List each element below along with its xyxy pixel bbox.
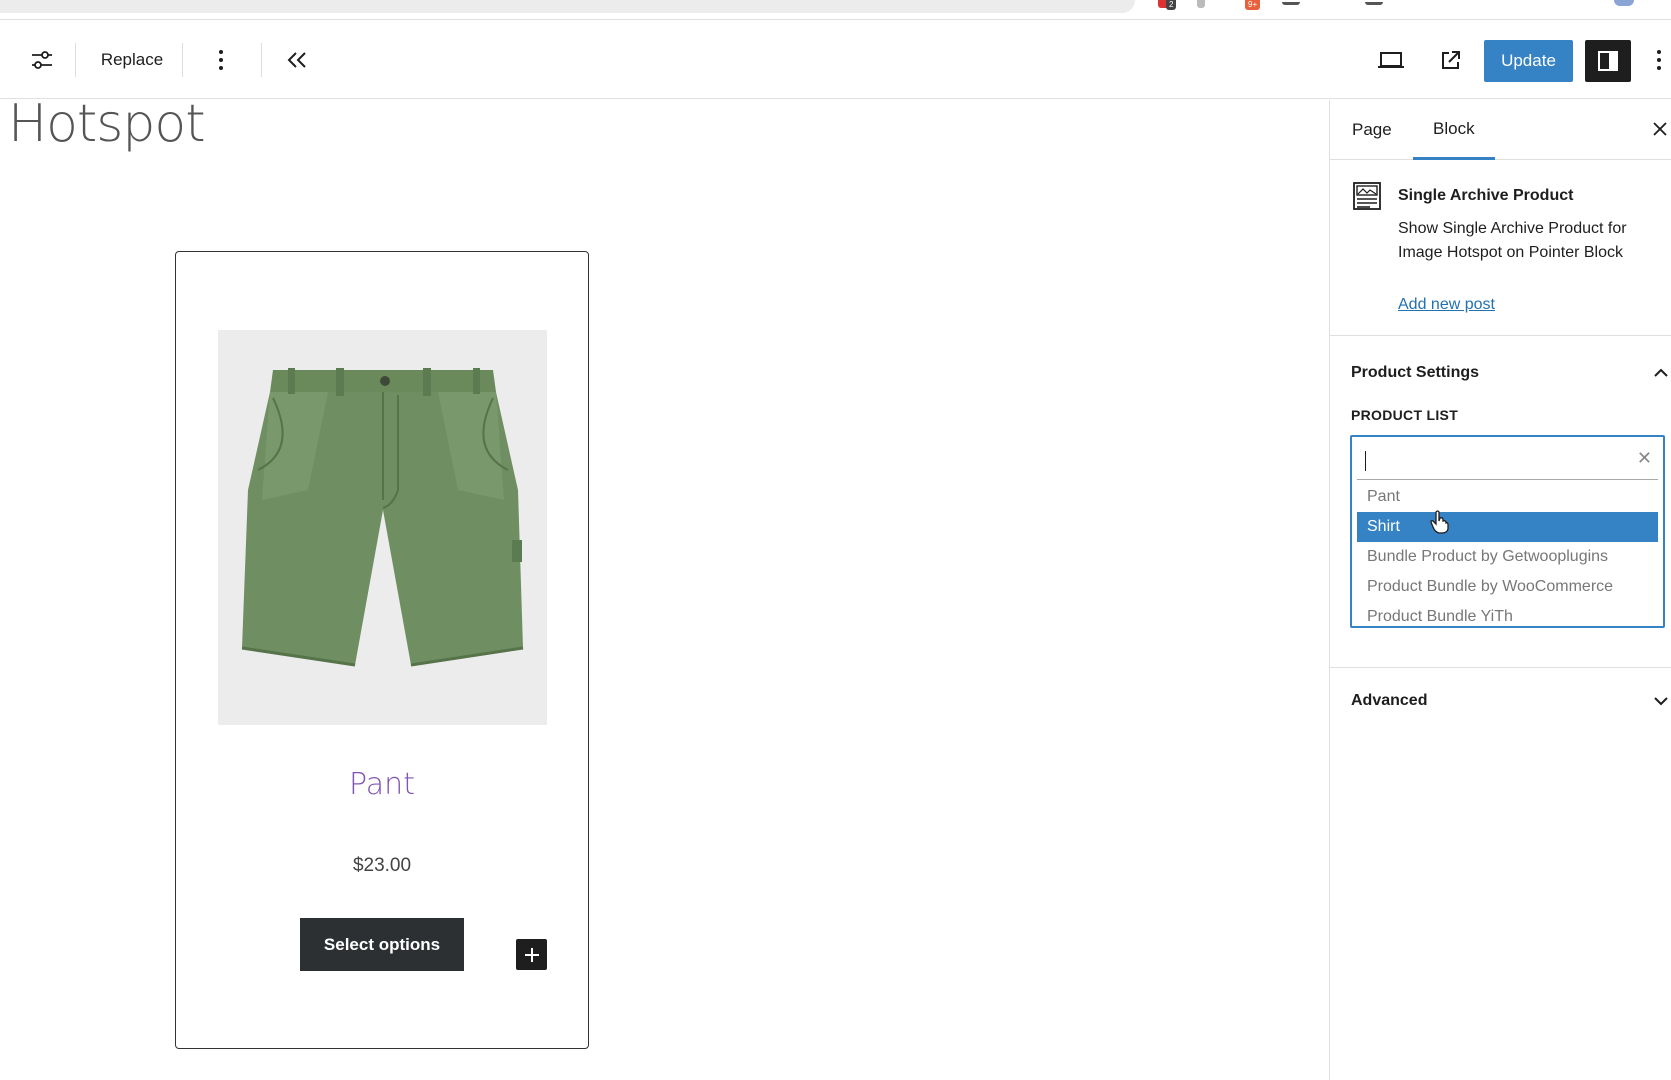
pointer-hand-icon — [1430, 510, 1449, 534]
block-description: Show Single Archive Product for Image Ho… — [1398, 220, 1627, 261]
panel-title: Advanced — [1351, 692, 1428, 709]
tab-page[interactable]: Page — [1352, 100, 1392, 160]
profile-avatar[interactable] — [1614, 0, 1634, 6]
tab-block[interactable]: Block — [1413, 100, 1495, 160]
settings-sidebar-toggle[interactable] — [1585, 40, 1631, 82]
external-link-icon — [1442, 50, 1460, 69]
sidebar-icon — [1598, 51, 1618, 71]
advanced-toggle[interactable]: Advanced — [1351, 685, 1671, 717]
block-settings-button[interactable] — [22, 20, 62, 99]
plus-icon — [524, 947, 539, 962]
block-toolbar: Replace Update — [0, 20, 1671, 99]
archive-block-icon — [1353, 182, 1381, 210]
sidebar-tabs: Page Block — [1330, 100, 1671, 160]
address-bar[interactable] — [0, 0, 1135, 13]
block-card: Single Archive Product Show Single Archi… — [1330, 161, 1671, 336]
collapse-toolbar-button[interactable] — [280, 20, 314, 99]
option-shirt[interactable]: Shirt — [1357, 512, 1658, 542]
close-icon — [1653, 122, 1667, 136]
chevron-down-icon — [1654, 697, 1668, 706]
product-settings-panel: Product Settings PRODUCT LIST ✕ Pant Shi… — [1330, 337, 1671, 668]
option-bundle-getwooplugins[interactable]: Bundle Product by Getwooplugins — [1357, 542, 1658, 572]
vertical-ellipsis-icon — [219, 49, 223, 70]
close-sidebar-button[interactable] — [1649, 116, 1671, 142]
extension-icon[interactable] — [1365, 2, 1383, 5]
tab-block-label: Block — [1433, 118, 1475, 138]
double-chevron-left-icon — [287, 51, 306, 68]
replace-button[interactable]: Replace — [92, 20, 172, 99]
page-title[interactable]: Hotspot — [8, 100, 206, 154]
product-name[interactable]: Pant — [176, 767, 588, 802]
editor-canvas: Hotspot Pant $23.00 Select options — [0, 100, 1329, 1080]
option-bundle-woocommerce[interactable]: Product Bundle by WooCommerce — [1357, 572, 1658, 602]
extension-icon[interactable] — [1282, 2, 1300, 5]
sliders-icon — [32, 50, 52, 69]
product-card[interactable]: Pant $23.00 Select options — [175, 251, 589, 1049]
extension-badge: 2 — [1166, 0, 1177, 10]
extension-badge: 9+ — [1245, 0, 1261, 10]
option-bundle-yith[interactable]: Product Bundle YiTh — [1357, 602, 1658, 632]
toolbar-divider — [75, 43, 76, 77]
toolbar-divider — [261, 43, 262, 77]
advanced-panel: Advanced — [1330, 669, 1671, 733]
product-price: $23.00 — [352, 855, 412, 876]
laptop-icon — [1378, 51, 1404, 68]
product-list-label: PRODUCT LIST — [1351, 407, 1459, 423]
view-page-button[interactable] — [1434, 20, 1468, 99]
product-settings-toggle[interactable]: Product Settings — [1351, 357, 1671, 389]
block-title: Single Archive Product — [1398, 187, 1574, 204]
settings-sidebar: Page Block Single Archive Product Show S… — [1329, 100, 1671, 1080]
product-image — [218, 330, 547, 725]
panel-title: Product Settings — [1351, 364, 1480, 381]
toolbar-divider — [182, 43, 183, 77]
shorts-image — [218, 330, 547, 725]
vertical-ellipsis-icon — [1657, 49, 1661, 70]
text-caret — [1365, 451, 1366, 471]
option-pant[interactable]: Pant — [1357, 482, 1658, 512]
options-menu-button[interactable] — [1651, 20, 1667, 99]
add-new-post-link[interactable]: Add new post — [1398, 296, 1495, 314]
update-button[interactable]: Update — [1484, 40, 1573, 82]
product-list-select[interactable]: ✕ Pant Shirt Bundle Product by Getwooplu… — [1350, 435, 1665, 628]
more-options-button[interactable] — [206, 20, 236, 99]
chevron-up-icon — [1654, 368, 1668, 377]
clear-icon[interactable]: ✕ — [1637, 448, 1652, 469]
product-search-input[interactable]: ✕ — [1357, 440, 1658, 480]
browser-chrome: 2 9+ — [0, 0, 1671, 20]
select-options-button[interactable]: Select options — [300, 918, 464, 971]
add-block-button[interactable] — [516, 939, 547, 970]
preview-device-button[interactable] — [1374, 20, 1408, 99]
extension-icon[interactable] — [1197, 0, 1205, 8]
